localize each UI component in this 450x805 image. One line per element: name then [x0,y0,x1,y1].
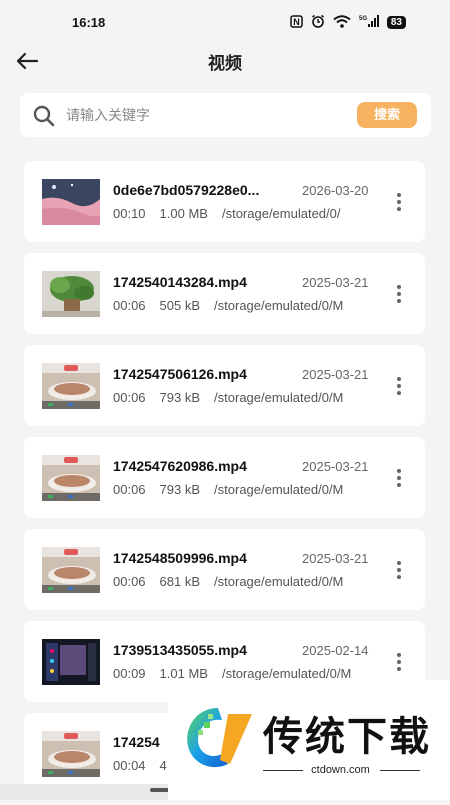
watermark-title: 传统下载 [263,715,431,759]
video-card[interactable]: 1742548509996.mp4 2025-03-21 00:06 681 kB/s… [24,529,425,610]
video-thumbnail [42,179,100,225]
video-path: /storage/emulated/0/M [221,666,352,681]
watermark-banner: 传统下载 ctdown.com [168,680,450,800]
video-duration: 00:06 [113,298,146,313]
video-duration: 00:06 [113,390,146,405]
status-time: 16:18 [72,14,106,30]
more-vertical-icon [397,469,401,487]
bottom-nav-strip [0,784,168,800]
video-date: 2025-03-21 [302,551,369,566]
video-date: 2025-03-21 [302,275,369,290]
video-size: 793 kB [159,482,201,497]
more-options-button[interactable] [387,375,411,397]
search-input[interactable] [66,103,356,127]
video-meta: 00:10 1.00 MB/storage/emulated/0/ [113,206,379,221]
video-meta: 00:06 793 kB/storage/emulated/0/M [113,482,379,497]
video-size: 681 kB [159,574,201,589]
video-duration: 00:06 [113,482,146,497]
video-path: /storage/emulated/0/M [214,298,344,313]
watermark-divider-right [380,770,420,771]
video-file-name: 1742540143284.mp4 [113,274,247,290]
video-path: /storage/emulated/0/ [221,206,341,221]
video-meta: 00:06 793 kB/storage/emulated/0/M [113,390,379,405]
video-thumbnail [42,547,100,593]
network-type-label: 5G [359,16,367,22]
status-bar: 16:18 N 5G 83 [0,0,450,44]
video-file-name: 1739513435055.mp4 [113,642,247,658]
svg-text:N: N [293,17,300,27]
wifi-icon [333,14,351,30]
more-options-button[interactable] [387,559,411,581]
video-thumbnail [42,455,100,501]
video-date: 2025-03-21 [302,459,369,474]
search-button[interactable]: 搜索 [357,102,417,128]
video-card[interactable]: 0de6e7bd0579228e0... 2026-03-20 00:10 1.00 … [24,161,425,242]
video-path: /storage/emulated/0/M [214,482,344,497]
video-duration: 00:04 [113,758,146,773]
more-vertical-icon [397,561,401,579]
more-vertical-icon [397,653,401,671]
video-meta: 00:06 681 kB/storage/emulated/0/M [113,574,379,589]
alarm-icon [311,14,325,30]
video-duration: 00:06 [113,574,146,589]
video-size: 1.01 MB [159,666,208,681]
status-icons: N 5G 83 [290,14,406,30]
ctdown-logo-icon [187,708,252,768]
video-card[interactable]: 1742547620986.mp4 2025-03-21 00:06 793 kB/s… [24,437,425,518]
search-bar: 搜索 [20,93,431,137]
video-meta: 00:06 505 kB/storage/emulated/0/M [113,298,379,313]
battery-icon: 83 [386,15,406,29]
more-options-button[interactable] [387,467,411,489]
video-path: /storage/emulated/0/M [214,390,344,405]
video-date: 2025-02-14 [302,643,369,658]
more-options-button[interactable] [387,283,411,305]
video-thumbnail [42,639,100,685]
video-file-name: 1742548509996.mp4 [113,550,247,566]
video-size: 793 kB [159,390,201,405]
video-card[interactable]: 1742540143284.mp4 2025-03-21 00:06 505 kB/s… [24,253,425,334]
video-card[interactable]: 1742547506126.mp4 2025-03-21 00:06 793 kB/s… [24,345,425,426]
video-file-name: 0de6e7bd0579228e0... [113,182,260,198]
video-size: 1.00 MB [159,206,208,221]
more-vertical-icon [397,285,401,303]
video-duration: 00:09 [113,666,146,681]
video-size: 505 kB [159,298,201,313]
more-options-button[interactable] [387,651,411,673]
video-file-name: 1742547506126.mp4 [113,366,247,382]
video-thumbnail [42,363,100,409]
more-vertical-icon [397,377,401,395]
video-date: 2025-03-21 [302,367,369,382]
video-file-name: 1742547620986.mp4 [113,458,247,474]
video-thumbnail [42,731,100,777]
video-date: 2026-03-20 [302,183,369,198]
video-size: 4 [159,758,167,773]
more-options-button[interactable] [387,191,411,213]
video-duration: 00:10 [113,206,146,221]
video-path: /storage/emulated/0/M [214,574,344,589]
search-icon [33,105,55,127]
more-vertical-icon [397,193,401,211]
signal-icon: 5G [359,14,379,30]
header: 视频 [0,44,450,78]
nfc-icon: N [290,14,303,30]
video-thumbnail [42,271,100,317]
video-meta: 00:09 1.01 MB/storage/emulated/0/M [113,666,379,681]
page-title: 视频 [208,54,242,73]
